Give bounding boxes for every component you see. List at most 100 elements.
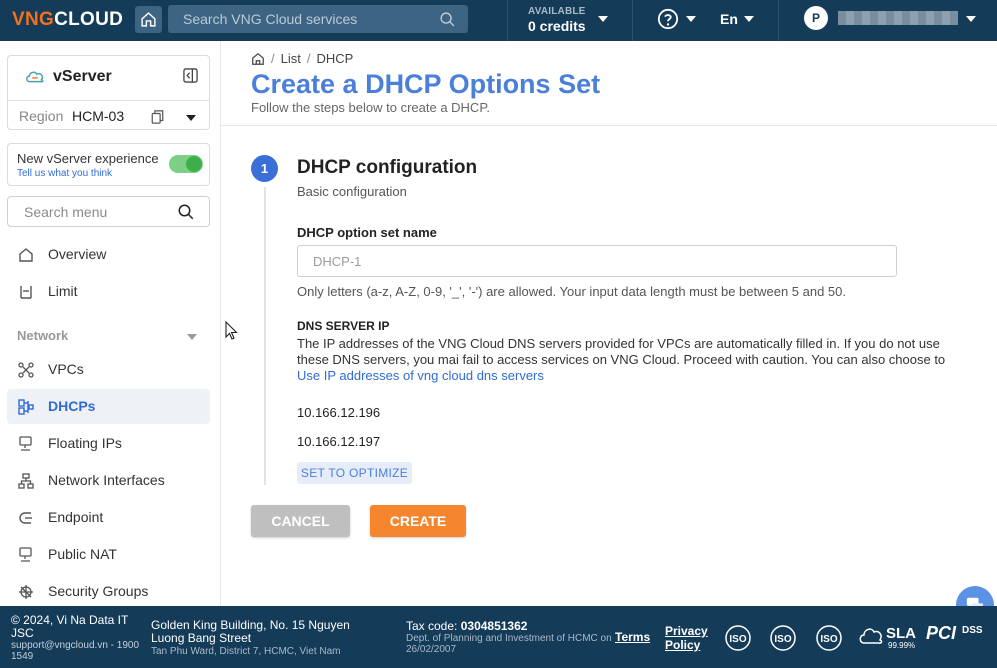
user-avatar[interactable]: P (804, 6, 828, 30)
service-card-divider (8, 100, 209, 101)
help-chevron-down-icon[interactable] (686, 16, 696, 23)
region-label: Region (19, 108, 64, 124)
sidebar-section-network[interactable]: Network (17, 328, 68, 343)
step-title: DHCP configuration (297, 157, 478, 178)
network-interface-icon (18, 473, 34, 489)
dhcp-icon (18, 399, 34, 415)
language-chevron-down-icon[interactable] (744, 16, 754, 23)
dns-description-text: The IP addresses of the VNG Cloud DNS se… (297, 336, 946, 367)
iso-certification-icon: ISO (816, 625, 842, 651)
credits-chevron-down-icon[interactable] (598, 16, 608, 23)
sidebar-item-endpoint[interactable]: Endpoint (7, 500, 210, 535)
sidebar-item-network-interfaces[interactable]: Network Interfaces (7, 463, 210, 498)
home-icon (141, 12, 156, 27)
iso-text: ISO (774, 634, 791, 645)
service-name: vServer (53, 68, 112, 85)
topbar-divider (778, 0, 779, 41)
step-subtitle: Basic configuration (297, 184, 407, 199)
search-icon (178, 204, 194, 220)
sidebar-item-vpcs[interactable]: VPCs (7, 352, 210, 387)
dns-description: The IP addresses of the VNG Cloud DNS se… (297, 336, 967, 384)
credits-label: AVAILABLE (528, 6, 586, 17)
iso-text: ISO (820, 634, 837, 645)
footer-address-line2: Tan Phu Ward, District 7, HCMC, Viet Nam (151, 646, 341, 657)
pci-text: PCI (926, 623, 957, 643)
sidebar-item-dhcps[interactable]: DHCPs (7, 389, 210, 424)
footer-dept: Dept. of Planning and Investment of HCMC… (406, 633, 612, 655)
user-chevron-down-icon[interactable] (966, 16, 976, 23)
breadcrumb-separator: / (306, 51, 311, 66)
sla-badge: SLA 99.99% (858, 625, 916, 650)
iso-badge: ISO (769, 624, 805, 652)
step-connector-line (264, 187, 266, 485)
credits-display[interactable]: AVAILABLE 0 credits (528, 6, 586, 34)
create-button[interactable]: CREATE (370, 505, 466, 537)
toggle-knob (186, 156, 202, 172)
help-icon[interactable] (657, 8, 679, 30)
breadcrumb-list[interactable]: List (281, 51, 301, 66)
breadcrumb: / List / DHCP (251, 51, 353, 66)
set-to-optimize-button[interactable]: SET TO OPTIMIZE (297, 462, 412, 484)
sla-label: SLA (886, 625, 916, 642)
service-search-placeholder: Search VNG Cloud services (183, 11, 358, 27)
mouse-cursor-icon (225, 321, 238, 340)
footer-contact[interactable]: support@vngcloud.vn - 1900 1549 (11, 640, 146, 662)
sidebar-item-public-nat[interactable]: Public NAT (7, 537, 210, 572)
feedback-link[interactable]: Tell us what you think (17, 168, 112, 179)
user-name-redacted[interactable] (838, 11, 958, 25)
page-title: Create a DHCP Options Set (251, 69, 601, 99)
vng-cloud-logo[interactable]: VNGCLOUD (12, 9, 123, 31)
sidebar-item-security-groups[interactable]: Security Groups (7, 574, 210, 606)
sla-value: 99.99% (888, 641, 916, 650)
home-button[interactable] (135, 6, 162, 33)
new-experience-card: New vServer experience Tell us what you … (7, 143, 210, 186)
menu-search-placeholder: Search menu (24, 204, 108, 220)
service-search-input[interactable]: Search VNG Cloud services (168, 5, 468, 33)
breadcrumb-home-icon[interactable] (251, 52, 265, 66)
sidebar-item-label: Overview (48, 246, 107, 262)
sidebar-item-label: Limit (48, 283, 78, 299)
menu-search-input[interactable]: Search menu (7, 196, 210, 227)
dhcp-name-input[interactable] (297, 245, 897, 277)
sidebar: vServer Region HCM-03 New vServer experi… (0, 41, 221, 606)
vpc-icon (18, 362, 34, 378)
sidebar-item-limit[interactable]: Limit (7, 274, 210, 309)
copy-icon[interactable] (151, 110, 164, 124)
privacy-policy-link[interactable]: Privacy Policy (665, 624, 715, 652)
dns-server-ip-title: DNS SERVER IP (297, 319, 390, 333)
sidebar-item-label: Network Interfaces (48, 472, 165, 488)
sidebar-item-floating-ips[interactable]: Floating IPs (7, 426, 210, 461)
sidebar-item-label: DHCPs (48, 398, 96, 414)
region-value[interactable]: HCM-03 (72, 108, 124, 124)
credits-value: 0 credits (528, 18, 586, 34)
limit-icon (20, 286, 32, 299)
sla-cloud-icon (859, 628, 883, 644)
breadcrumb-dhcp: DHCP (316, 51, 354, 66)
security-groups-icon (19, 585, 33, 599)
sidebar-item-overview[interactable]: Overview (7, 237, 210, 272)
dss-text: DSS (962, 625, 983, 636)
iso-text: ISO (729, 634, 746, 645)
breadcrumb-separator: / (271, 51, 275, 66)
topbar-divider (632, 0, 633, 41)
dns-ip-value: 10.166.12.197 (297, 434, 381, 449)
section-chevron-down-icon[interactable] (187, 334, 197, 340)
sidebar-item-label: Security Groups (48, 583, 149, 599)
language-selector[interactable]: En (720, 11, 738, 27)
logo-text-vng: VNG (12, 9, 55, 30)
sidebar-item-label: Public NAT (48, 546, 117, 562)
region-chevron-down-icon[interactable] (186, 115, 196, 121)
iso-certification-icon: ISO (725, 625, 751, 651)
public-nat-icon (19, 547, 32, 562)
terms-link[interactable]: Terms (615, 630, 650, 644)
page-header: / List / DHCP Create a DHCP Options Set … (221, 41, 997, 126)
new-experience-toggle[interactable] (169, 155, 203, 173)
iso-certification-icon: ISO (770, 625, 796, 651)
page-subtitle: Follow the steps below to create a DHCP. (251, 100, 490, 115)
use-vng-dns-link[interactable]: Use IP addresses of vng cloud dns server… (297, 368, 544, 383)
service-card: vServer Region HCM-03 (7, 55, 210, 130)
cancel-button[interactable]: CANCEL (251, 505, 350, 537)
dns-ip-value: 10.166.12.196 (297, 405, 381, 420)
footer-tax: Tax code: 0304851362 (406, 619, 527, 633)
collapse-sidebar-icon[interactable] (183, 68, 198, 83)
